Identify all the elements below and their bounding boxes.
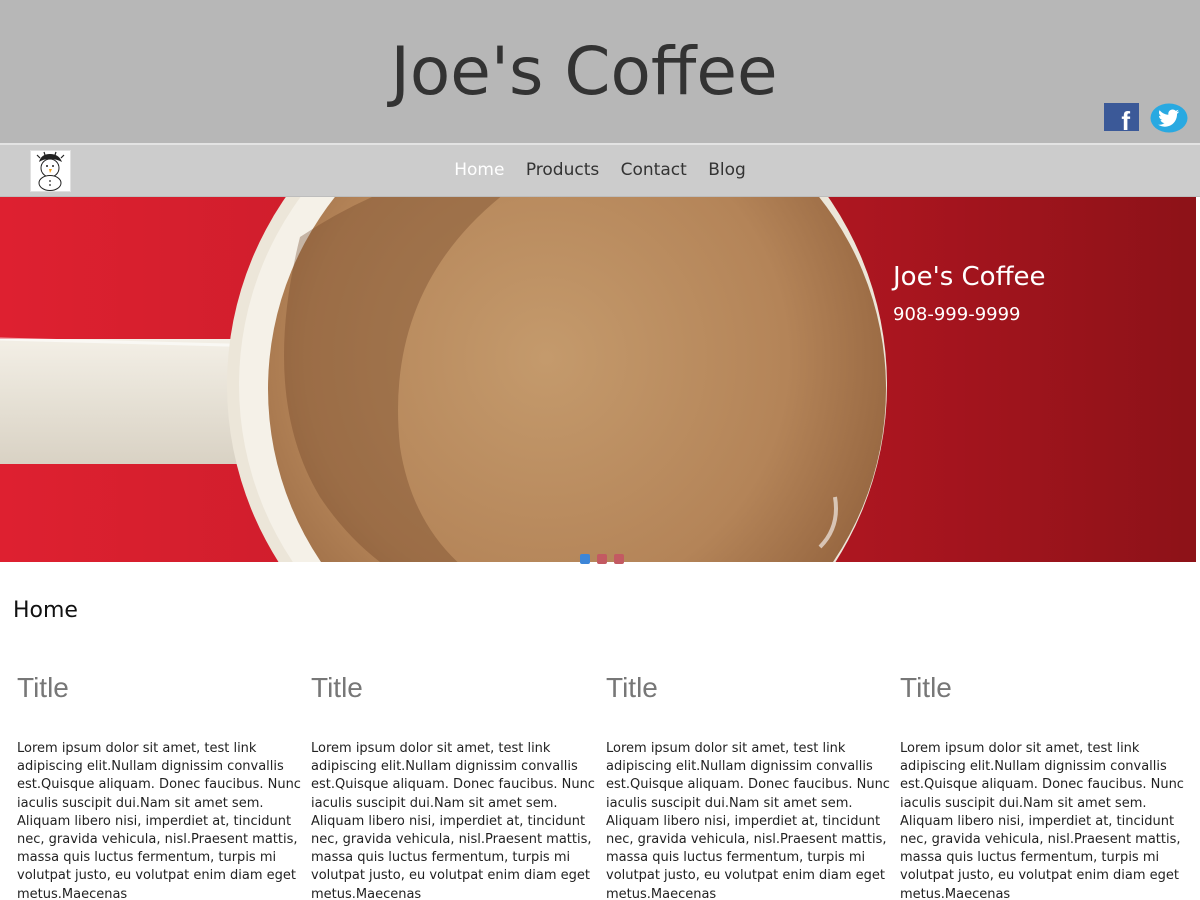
text-segment: Lorem ipsum dolor sit amet, bbox=[311, 741, 499, 756]
nav-bar: Home Products Contact Blog bbox=[0, 143, 1200, 197]
text-segment: Lorem ipsum dolor sit amet, bbox=[17, 741, 205, 756]
test-link[interactable]: test link bbox=[204, 741, 256, 756]
content-column-1: Title Lorem ipsum dolor sit amet, test l… bbox=[17, 670, 302, 900]
text-segment: adipiscing elit.Nullam dignissim convall… bbox=[900, 759, 1184, 900]
test-link[interactable]: test link bbox=[498, 741, 550, 756]
column-title: Title bbox=[606, 672, 658, 703]
column-text: Lorem ipsum dolor sit amet, test link ad… bbox=[17, 740, 302, 900]
column-text: Lorem ipsum dolor sit amet, test link ad… bbox=[900, 740, 1185, 900]
nav-menu: Home Products Contact Blog bbox=[0, 145, 1200, 197]
slider-dots bbox=[580, 549, 626, 564]
test-link[interactable]: test link bbox=[793, 741, 845, 756]
column-title: Title bbox=[311, 672, 363, 703]
content-column-4: Title Lorem ipsum dolor sit amet, test l… bbox=[900, 670, 1185, 900]
page-heading: Home bbox=[13, 598, 78, 623]
test-link[interactable]: test link bbox=[1087, 741, 1139, 756]
content-column-2: Title Lorem ipsum dolor sit amet, test l… bbox=[311, 670, 596, 900]
text-segment: Lorem ipsum dolor sit amet, bbox=[900, 741, 1088, 756]
nav-item-products[interactable]: Products bbox=[526, 145, 599, 195]
facebook-glyph: f bbox=[1121, 106, 1130, 136]
hero-slider bbox=[0, 197, 1196, 562]
column-text: Lorem ipsum dolor sit amet, test link ad… bbox=[606, 740, 891, 900]
column-title: Title bbox=[17, 672, 69, 703]
nav-item-home[interactable]: Home bbox=[454, 145, 504, 195]
slider-dot-3[interactable] bbox=[614, 554, 625, 564]
column-title: Title bbox=[900, 672, 952, 703]
text-segment: adipiscing elit.Nullam dignissim convall… bbox=[311, 759, 595, 900]
hero-caption-title: Joe's Coffee bbox=[893, 262, 1046, 292]
site-title: Joe's Coffee bbox=[390, 33, 778, 110]
site-header: Joe's Coffee f bbox=[0, 0, 1200, 143]
coffee-cup-image bbox=[0, 197, 887, 562]
slider-dot-1[interactable] bbox=[580, 554, 590, 564]
text-segment: Lorem ipsum dolor sit amet, bbox=[606, 741, 794, 756]
text-segment: adipiscing elit.Nullam dignissim convall… bbox=[17, 759, 301, 900]
text-segment: adipiscing elit.Nullam dignissim convall… bbox=[606, 759, 890, 900]
nav-item-contact[interactable]: Contact bbox=[621, 145, 687, 195]
slider-dot-2[interactable] bbox=[597, 554, 608, 564]
content-column-3: Title Lorem ipsum dolor sit amet, test l… bbox=[606, 670, 891, 900]
twitter-icon[interactable] bbox=[1150, 103, 1188, 133]
nav-item-blog[interactable]: Blog bbox=[708, 145, 746, 195]
facebook-icon[interactable]: f bbox=[1104, 103, 1139, 136]
hero-caption-phone: 908-999-9999 bbox=[893, 304, 1021, 325]
column-text: Lorem ipsum dolor sit amet, test link ad… bbox=[311, 740, 596, 900]
